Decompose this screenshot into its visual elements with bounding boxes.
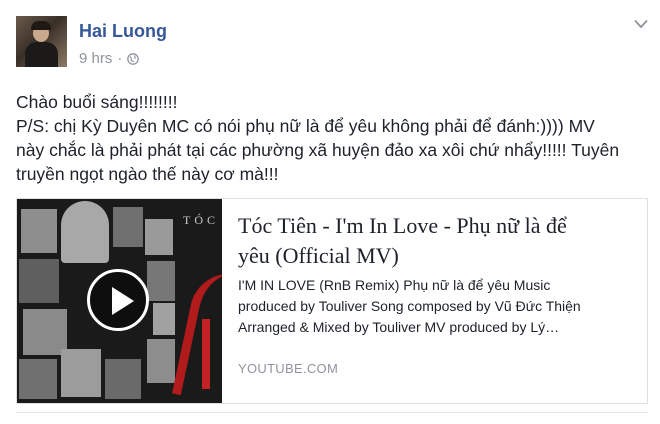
message-line: này chắc là phải phát tại các phường xã … bbox=[16, 140, 620, 160]
post-meta: 9 hrs · bbox=[79, 50, 140, 67]
link-description-line: Arranged & Mixed by Touliver MV produced… bbox=[238, 319, 560, 335]
link-title-line: Tóc Tiên - I'm In Love - Phụ nữ là để bbox=[238, 213, 567, 238]
shared-link-card[interactable]: TÓC Tóc Tiên - I'm In Love - Phụ nữ là đ… bbox=[16, 198, 648, 404]
link-title[interactable]: Tóc Tiên - I'm In Love - Phụ nữ là để yê… bbox=[238, 211, 638, 271]
video-thumbnail[interactable]: TÓC bbox=[17, 199, 222, 403]
avatar-body-shape bbox=[25, 42, 58, 67]
link-domain: YOUTUBE.COM bbox=[238, 361, 339, 376]
chevron-down-icon[interactable] bbox=[634, 19, 648, 29]
play-triangle bbox=[112, 287, 134, 315]
thumbnail-text: TÓC bbox=[183, 213, 219, 227]
link-description: I'M IN LOVE (RnB Remix) Phụ nữ là để yêu… bbox=[238, 275, 638, 338]
post-message: Chào buổi sáng!!!!!!!! P/S: chị Kỳ Duyên… bbox=[16, 90, 652, 186]
message-line: Chào buổi sáng!!!!!!!! bbox=[16, 92, 178, 112]
post-divider bbox=[16, 412, 648, 413]
link-title-line: yêu (Official MV) bbox=[238, 243, 399, 268]
post-timestamp[interactable]: 9 hrs bbox=[79, 50, 112, 67]
play-icon[interactable] bbox=[87, 269, 149, 331]
news-feed-post: Hai Luong 9 hrs · Chào buổi sáng!!!!!!!!… bbox=[0, 0, 660, 424]
link-description-line: produced by Touliver Song composed by Vũ… bbox=[238, 298, 581, 314]
globe-icon[interactable] bbox=[127, 52, 140, 65]
avatar[interactable] bbox=[16, 16, 67, 67]
message-line: truyền ngọt ngào thế này cơ mà!!! bbox=[16, 164, 279, 184]
link-description-line: I'M IN LOVE (RnB Remix) Phụ nữ là để yêu… bbox=[238, 277, 551, 293]
message-line: P/S: chị Kỳ Duyên MC có nói phụ nữ là để… bbox=[16, 116, 595, 136]
thumbnail-red-stroke bbox=[202, 319, 220, 389]
avatar-hair-shape bbox=[31, 21, 51, 30]
meta-separator: · bbox=[117, 50, 123, 67]
post-author-name[interactable]: Hai Luong bbox=[79, 21, 167, 42]
